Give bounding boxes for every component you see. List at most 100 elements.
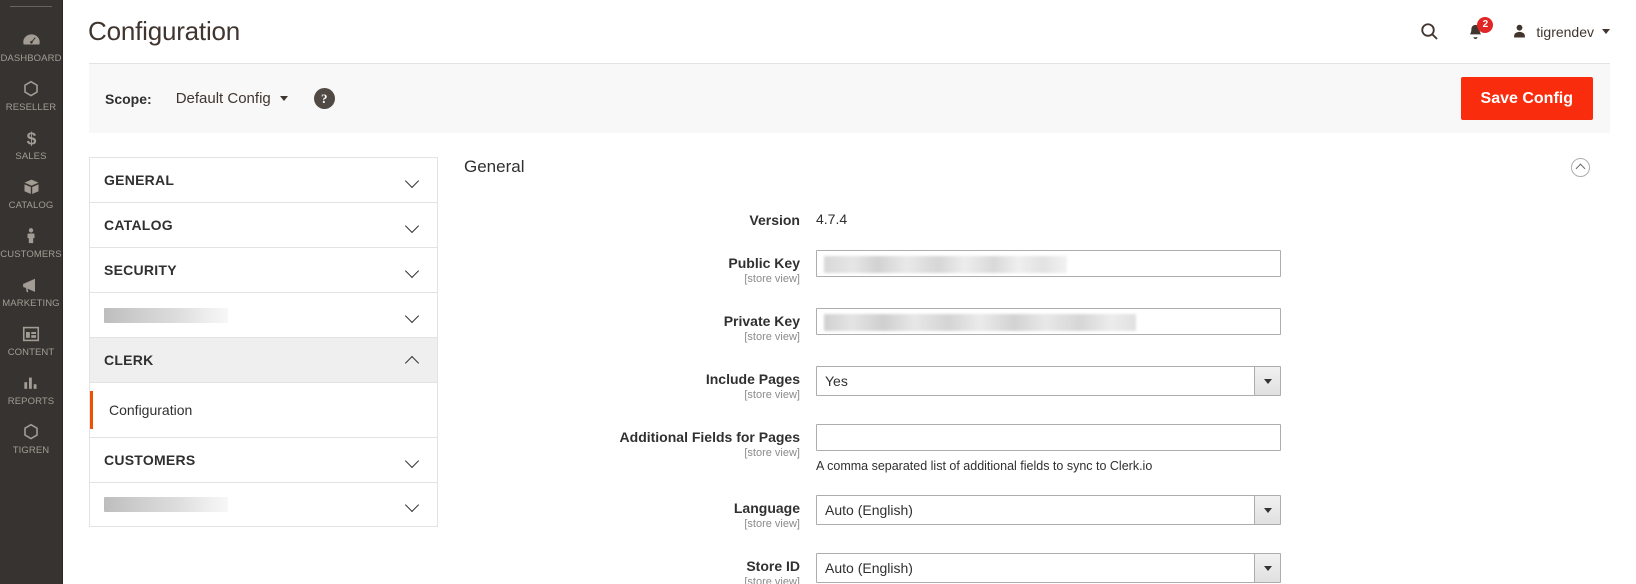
sidebar-item-reseller[interactable]: RESELLER [0,72,63,121]
redacted-label [104,307,228,323]
sidebar-item-tigren[interactable]: TIGREN [0,415,63,464]
chevron-down-icon [1602,29,1610,34]
config-section-clerk-children: Configuration [89,382,438,437]
field-label-wrap: Additional Fields for Pages [store view] [460,424,816,460]
redacted-value [824,314,1136,331]
sidebar-item-sales[interactable]: $ SALES [0,121,63,170]
sidebar-item-dashboard[interactable]: DASHBOARD [0,23,63,72]
field-label-wrap: Private Key [store view] [460,308,816,344]
config-section-redacted-1[interactable] [89,292,438,337]
config-section-label: GENERAL [104,172,175,188]
chevron-down-icon [1254,496,1280,524]
scope-value: Default Config [175,90,271,107]
field-label-wrap: Version [460,207,816,228]
field-row-store-id: Store ID [store view] Auto (English) [460,553,1600,584]
sidebar-item-customers[interactable]: CUSTOMERS [0,219,63,268]
store-id-select[interactable]: Auto (English) [816,553,1281,583]
config-form: General Version 4.7.4 Public Key [store … [460,157,1610,584]
scope-switcher[interactable]: Default Config [176,90,288,107]
sidebar-item-label: CATALOG [8,200,54,211]
redacted-label [104,497,228,512]
save-config-button[interactable]: Save Config [1460,77,1593,120]
version-value: 4.7.4 [816,211,848,227]
field-scope-note: [store view] [744,389,800,401]
chevron-down-icon [406,454,419,467]
field-scope-note: [store view] [744,273,800,285]
config-section-redacted-2[interactable] [89,482,438,527]
field-scope-note: [store view] [744,518,800,530]
page-title: Configuration [88,16,241,46]
public-key-input[interactable] [816,250,1281,277]
select-value: Auto (English) [825,560,913,576]
box-icon [21,176,42,198]
field-control: Yes [816,366,1281,396]
sidebar-item-label: RESELLER [5,102,57,113]
config-section-clerk[interactable]: CLERK [89,337,438,382]
additional-fields-text[interactable] [817,425,1280,450]
config-section-security[interactable]: SECURITY [89,247,438,292]
field-row-include-pages: Include Pages [store view] Yes [460,366,1600,402]
fieldset-title: General [464,157,525,176]
config-section-label: SECURITY [104,262,177,278]
chevron-up-icon [406,354,419,367]
user-menu[interactable]: tigrendev [1511,23,1610,40]
hexagon-icon [21,421,41,443]
chevron-down-icon [406,174,419,187]
field-label: Additional Fields for Pages [619,429,800,445]
config-section-label: CUSTOMERS [104,452,196,468]
chevron-down-icon [406,309,419,322]
scope-bar: Scope: Default Config ? Save Config [89,63,1610,133]
field-label-wrap: Store ID [store view] [460,553,816,584]
redacted-value [824,256,1067,273]
user-avatar-icon [1511,23,1528,40]
sidebar-item-content[interactable]: CONTENT [0,317,63,366]
config-section-customers[interactable]: CUSTOMERS [89,437,438,482]
field-row-public-key: Public Key [store view] [460,250,1600,286]
field-scope-note: [store view] [744,576,800,584]
field-label: Version [749,212,800,228]
chevron-down-icon [406,498,419,511]
chevron-down-icon [1254,367,1280,395]
chevron-up-circle-icon[interactable] [1571,157,1590,177]
admin-sidebar: DASHBOARD RESELLER $ SALES CATALOG CUSTO… [0,0,63,584]
additional-fields-input[interactable] [816,424,1281,451]
field-label: Include Pages [705,371,800,387]
config-section-label: CLERK [104,352,154,368]
field-label: Language [733,500,800,516]
chevron-down-icon [406,219,419,232]
field-label: Public Key [728,255,800,271]
field-hint: A comma separated list of additional fie… [816,459,1153,473]
admin-page: DASHBOARD RESELLER $ SALES CATALOG CUSTO… [0,0,1636,584]
config-body: GENERAL CATALOG SECURITY CLERK Configura… [63,157,1636,584]
field-control: Auto (English) [816,495,1281,525]
sidebar-item-label: SALES [15,151,47,162]
field-label-wrap: Language [store view] [460,495,816,531]
config-subitem-configuration[interactable]: Configuration [90,391,437,429]
config-subitem-label: Configuration [109,402,193,418]
field-label: Store ID [746,558,800,574]
config-section-label: CATALOG [104,217,173,233]
layout-icon [21,323,41,345]
notifications-bell-icon[interactable]: 2 [1466,16,1494,42]
field-label: Private Key [723,313,800,329]
config-section-catalog[interactable]: CATALOG [89,202,438,247]
include-pages-select[interactable]: Yes [816,366,1281,396]
config-section-general[interactable]: GENERAL [89,157,438,202]
field-scope-note: [store view] [744,447,800,459]
field-control: A comma separated list of additional fie… [816,424,1281,473]
search-icon[interactable] [1419,21,1440,42]
private-key-input[interactable] [816,308,1281,335]
field-row-language: Language [store view] Auto (English) [460,495,1600,531]
question-mark-icon[interactable]: ? [313,88,335,109]
language-select[interactable]: Auto (English) [816,495,1281,525]
sidebar-item-catalog[interactable]: CATALOG [0,170,63,219]
field-scope-note: [store view] [744,331,800,343]
person-icon [21,225,41,247]
chevron-down-icon [279,96,288,101]
hexagon-icon [21,78,41,100]
select-value: Yes [825,373,848,389]
sidebar-item-label: TIGREN [12,445,50,456]
user-name-label: tigrendev [1536,23,1594,40]
sidebar-item-reports[interactable]: REPORTS [0,366,63,415]
sidebar-item-marketing[interactable]: MARKETING [0,268,63,317]
